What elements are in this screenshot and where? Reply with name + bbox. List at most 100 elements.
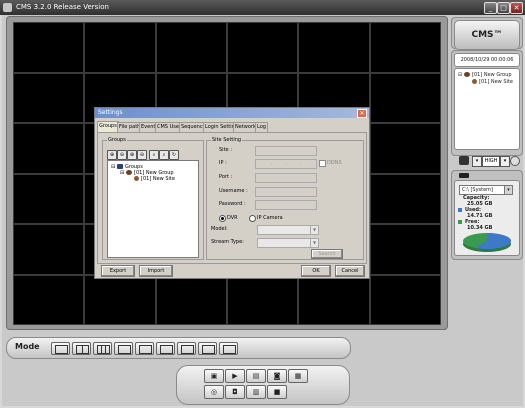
site-field[interactable]: [255, 146, 317, 156]
ddns-checkbox[interactable]: [319, 160, 326, 167]
dialog-close-icon[interactable]: ✕: [357, 109, 367, 118]
ip-label: IP :: [219, 160, 227, 166]
playback-icon[interactable]: ▦: [288, 369, 308, 383]
group-icon: [464, 72, 470, 77]
video-cell[interactable]: [13, 173, 85, 224]
monitor-icon[interactable]: [459, 156, 469, 165]
backup-icon[interactable]: ◘: [225, 385, 245, 399]
search-button[interactable]: Search: [311, 249, 343, 259]
video-cell[interactable]: [298, 22, 370, 73]
record-icon[interactable]: ▤: [246, 369, 266, 383]
video-cell[interactable]: [369, 274, 441, 325]
site-icon: [472, 79, 477, 84]
lock-icon[interactable]: ■: [267, 385, 287, 399]
video-cell[interactable]: [13, 72, 85, 123]
groups-tree[interactable]: ⊟ Groups ⊟ [01] New Group [01] New Site: [107, 160, 199, 258]
quality-right-icon[interactable]: ▾: [500, 156, 510, 167]
tab-log[interactable]: Log: [255, 122, 268, 132]
snapshot-icon[interactable]: ◙: [267, 369, 287, 383]
video-cell[interactable]: [369, 224, 441, 275]
delete-group-icon[interactable]: ⊖: [117, 150, 127, 160]
layout-4-button[interactable]: [72, 342, 91, 355]
ok-button[interactable]: OK: [301, 265, 331, 277]
audio-icon[interactable]: [510, 156, 520, 166]
ptz-icon[interactable]: ◎: [204, 385, 224, 399]
video-cell[interactable]: [13, 274, 85, 325]
tree-toggle-icon[interactable]: ⊟: [111, 164, 115, 170]
add-group-icon[interactable]: ⊕: [107, 150, 117, 160]
video-cell[interactable]: [13, 123, 85, 174]
groups-root-icon: [117, 164, 123, 169]
video-cell[interactable]: [227, 22, 299, 73]
layout-10-button[interactable]: [156, 342, 175, 355]
password-field[interactable]: [255, 200, 317, 210]
username-field[interactable]: [255, 187, 317, 197]
video-cell[interactable]: [369, 173, 441, 224]
video-cell[interactable]: [155, 22, 227, 73]
close-button[interactable]: ✕: [510, 2, 523, 14]
add-site-icon[interactable]: ⊕: [127, 150, 137, 160]
dvr-radio-label: DVR: [227, 215, 238, 221]
site-tree[interactable]: ⊟ [01] New Group [01] New Site: [454, 68, 520, 150]
video-cell[interactable]: [227, 274, 299, 325]
quality-left-icon[interactable]: ▾: [472, 156, 482, 167]
tree-toggle-icon[interactable]: ⊟: [120, 170, 124, 176]
tree-item-site[interactable]: [01] New Site: [141, 176, 175, 182]
export-button[interactable]: Export: [101, 265, 135, 277]
site-label: Site :: [219, 147, 232, 153]
ip-dot: .: [270, 159, 272, 166]
refresh-icon[interactable]: ↻: [169, 150, 179, 160]
layout-custom-button[interactable]: [219, 342, 238, 355]
ip-field[interactable]: . . .: [255, 159, 317, 169]
settings-dialog: Settings ✕ Groups File path Event CMS Us…: [94, 107, 370, 279]
dialog-title: Settings: [98, 109, 123, 116]
search-icon[interactable]: ⌕: [149, 150, 159, 160]
tab-groups[interactable]: Groups: [97, 121, 119, 132]
drive-select[interactable]: C:\ [System] ▾: [459, 185, 513, 195]
cancel-button[interactable]: Cancel: [335, 265, 365, 277]
model-select[interactable]: ▼: [257, 225, 319, 235]
layout-8-button[interactable]: [135, 342, 154, 355]
ddns-label: DDNS: [327, 160, 342, 166]
search-network-icon[interactable]: ⌕: [159, 150, 169, 160]
video-cell[interactable]: [369, 123, 441, 174]
app-icon: [3, 3, 12, 12]
video-cell[interactable]: [369, 72, 441, 123]
port-field[interactable]: [255, 173, 317, 183]
layout-6-button[interactable]: [114, 342, 133, 355]
quality-select[interactable]: HIGH: [482, 156, 500, 167]
layout-1-button[interactable]: [51, 342, 70, 355]
stream-type-select[interactable]: ▼: [257, 238, 319, 248]
layout-13-button[interactable]: [177, 342, 196, 355]
cms-logo: CMS™: [454, 20, 520, 50]
quality-controls: ▾ HIGH ▾: [459, 156, 520, 167]
print-icon[interactable]: ▥: [246, 385, 266, 399]
password-label: Password :: [219, 201, 246, 207]
video-cell[interactable]: [369, 22, 441, 73]
video-cell[interactable]: [155, 274, 227, 325]
video-cell[interactable]: [298, 274, 370, 325]
video-cell[interactable]: [13, 22, 85, 73]
tree-toggle-icon[interactable]: ⊟: [458, 72, 462, 78]
maximize-button[interactable]: □: [497, 2, 510, 14]
tree-item-group[interactable]: [01] New Group: [472, 72, 512, 78]
video-cell[interactable]: [13, 224, 85, 275]
camera-control-icon[interactable]: ▣: [204, 369, 224, 383]
tree-item-site[interactable]: [01] New Site: [479, 79, 513, 85]
drive-select-value: C:\ [System]: [462, 187, 493, 193]
ip-camera-radio[interactable]: [249, 215, 256, 222]
hdd-icon: [459, 173, 469, 178]
layout-16-button[interactable]: [198, 342, 217, 355]
dvr-radio[interactable]: [219, 215, 226, 222]
video-cell[interactable]: [84, 274, 156, 325]
delete-site-icon[interactable]: ⊖: [137, 150, 147, 160]
play-icon[interactable]: ▶: [225, 369, 245, 383]
import-button[interactable]: Import: [139, 265, 173, 277]
minimize-button[interactable]: _: [484, 2, 497, 14]
site-icon: [134, 176, 139, 181]
mode-label: Mode: [15, 342, 40, 351]
video-cell[interactable]: [84, 22, 156, 73]
group-icon: [126, 170, 132, 175]
layout-9-button[interactable]: [93, 342, 112, 355]
username-label: Username :: [219, 188, 248, 194]
